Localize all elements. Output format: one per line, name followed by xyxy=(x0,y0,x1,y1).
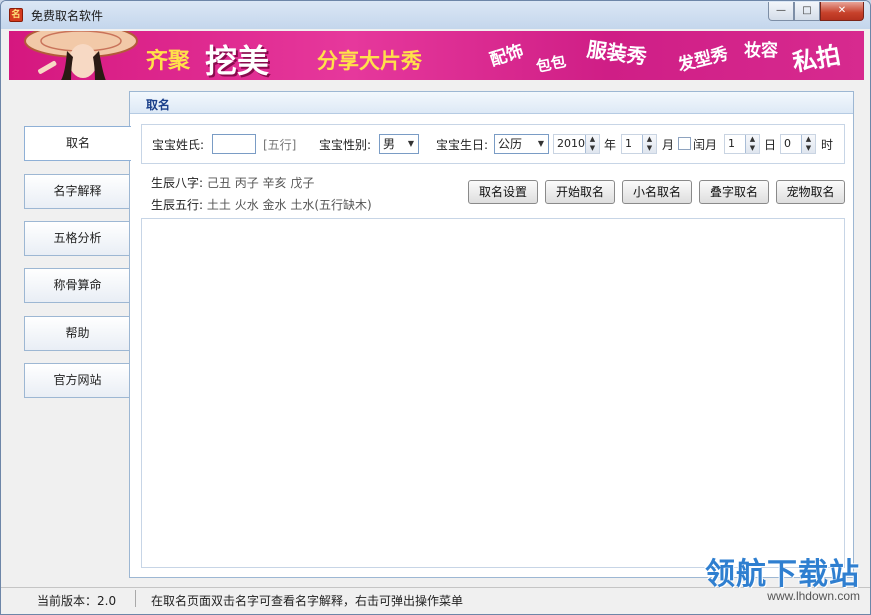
close-button[interactable]: ✕ xyxy=(820,2,864,21)
calendar-select[interactable]: 公历 ▼ xyxy=(494,134,549,154)
surname-input[interactable] xyxy=(212,134,256,154)
month-stepper[interactable]: 1 ▲ ▼ xyxy=(621,134,657,154)
leap-month-label: 闰月 xyxy=(693,138,718,152)
gender-label: 宝宝性别: xyxy=(319,138,372,152)
year-unit: 年 xyxy=(604,138,617,152)
day-stepper[interactable]: 1 ▲ ▼ xyxy=(724,134,760,154)
app-icon: 名 xyxy=(9,8,23,22)
year-value: 2010 xyxy=(557,137,585,150)
spin-arrows-icon[interactable]: ▲ ▼ xyxy=(801,135,815,153)
banner-word: 私拍 xyxy=(790,41,843,77)
spin-arrows-icon[interactable]: ▲ ▼ xyxy=(745,135,759,153)
year-stepper[interactable]: 2010 ▲ ▼ xyxy=(553,134,600,154)
hour-unit: 时 xyxy=(821,138,834,152)
wuxing-line: 生辰五行: 土土 火水 金水 土水(五行缺木) xyxy=(151,196,372,213)
sidebar-item-naming[interactable]: 取名 xyxy=(24,126,131,161)
spin-arrows-icon[interactable]: ▲ ▼ xyxy=(642,135,656,153)
wuxing-label: 生辰五行: xyxy=(151,198,204,212)
banner-word: 齐聚 xyxy=(146,49,191,74)
banner-word: 发型秀 xyxy=(675,44,731,76)
leap-month-checkbox[interactable] xyxy=(678,137,691,150)
hour-stepper[interactable]: 0 ▲ ▼ xyxy=(780,134,816,154)
title-bar[interactable]: 名 免费取名软件 — □ ✕ xyxy=(1,1,870,29)
wuxing-value: 土土 火水 金水 土水(五行缺木) xyxy=(206,198,372,212)
sidebar-item-name-explanation[interactable]: 名字解释 xyxy=(24,174,130,209)
banner-word: 挖美 xyxy=(205,42,270,80)
site-watermark: 领航下载站 www.lhdown.com xyxy=(705,549,860,603)
bazi-value: 己丑 丙子 辛亥 戊子 xyxy=(206,176,315,190)
gender-value: 男 xyxy=(383,137,396,151)
banner-word: 配饰 xyxy=(487,41,527,71)
maximize-button[interactable]: □ xyxy=(794,2,820,21)
app-window: 名 免费取名软件 — □ ✕ 齐聚 挖美 分享大片秀 配饰 包包 服装秀 发型秀… xyxy=(0,0,871,615)
month-value: 1 xyxy=(625,137,632,150)
start-naming-button[interactable]: 开始取名 xyxy=(545,180,615,204)
chevron-down-icon: ▼ xyxy=(407,139,415,148)
naming-settings-button[interactable]: 取名设置 xyxy=(468,180,538,204)
banner-word: 包包 xyxy=(534,52,568,76)
watermark-title: 领航下载站 xyxy=(705,557,860,592)
status-separator xyxy=(135,590,136,607)
panel-title: 取名 xyxy=(146,98,171,112)
banner-word: 服装秀 xyxy=(585,36,649,70)
chevron-down-icon: ▼ xyxy=(537,139,545,148)
hint-text: 在取名页面双击名字可查看名字解释，右击可弹出操作菜单 xyxy=(151,594,464,608)
naming-panel: 取名 宝宝姓氏: [五行] 宝宝性别: 男 ▼ 宝宝生日: 公历 ▼ 2010 … xyxy=(129,91,854,578)
pet-naming-button[interactable]: 宠物取名 xyxy=(776,180,845,204)
version-text: 当前版本：2.0 xyxy=(37,594,117,608)
month-unit: 月 xyxy=(662,138,675,152)
results-list[interactable] xyxy=(141,218,845,568)
calendar-value: 公历 xyxy=(498,137,523,151)
sidebar-item-bone-weight[interactable]: 称骨算命 xyxy=(24,268,130,303)
birthday-label: 宝宝生日: xyxy=(436,138,489,152)
nickname-button[interactable]: 小名取名 xyxy=(622,180,692,204)
spin-arrows-icon[interactable]: ▲ ▼ xyxy=(585,135,599,153)
banner-word: 分享大片秀 xyxy=(317,49,422,73)
bazi-line: 生辰八字: 己丑 丙子 辛亥 戊子 xyxy=(151,174,314,191)
sidebar-item-five-grid[interactable]: 五格分析 xyxy=(24,221,130,256)
sidebar-item-help[interactable]: 帮助 xyxy=(24,316,130,351)
input-form: 宝宝姓氏: [五行] 宝宝性别: 男 ▼ 宝宝生日: 公历 ▼ 2010 ▲ ▼ … xyxy=(141,124,845,164)
day-value: 1 xyxy=(728,137,735,150)
minimize-button[interactable]: — xyxy=(768,2,794,21)
hour-value: 0 xyxy=(784,137,791,150)
panel-header: 取名 xyxy=(130,92,853,114)
window-controls: — □ ✕ xyxy=(768,2,864,21)
bazi-label: 生辰八字: xyxy=(151,176,204,190)
sidebar-item-website[interactable]: 官方网站 xyxy=(24,363,130,398)
day-unit: 日 xyxy=(764,138,777,152)
gender-select[interactable]: 男 ▼ xyxy=(379,134,419,154)
wuxing-hint: [五行] xyxy=(263,138,297,152)
window-title: 免费取名软件 xyxy=(31,9,104,23)
double-char-button[interactable]: 叠字取名 xyxy=(699,180,769,204)
model-photo-icon xyxy=(24,31,138,80)
ad-banner[interactable]: 齐聚 挖美 分享大片秀 配饰 包包 服装秀 发型秀 妆容 私拍 xyxy=(9,31,864,80)
surname-label: 宝宝姓氏: xyxy=(152,138,205,152)
banner-word: 妆容 xyxy=(744,41,778,61)
